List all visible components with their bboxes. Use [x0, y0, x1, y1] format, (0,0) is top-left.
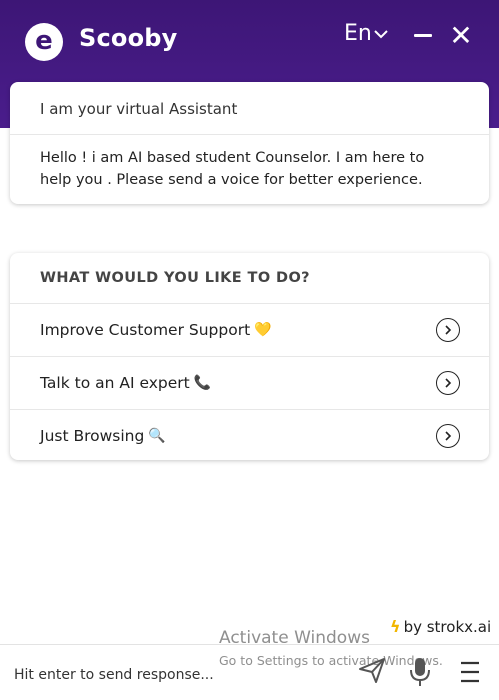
option-label: Talk to an AI expert [40, 374, 190, 392]
option-talk-to-ai-expert[interactable]: Talk to an AI expert 📞 [10, 357, 489, 410]
microphone-icon [410, 658, 430, 686]
microphone-button[interactable] [407, 656, 433, 688]
phone-emoji-icon: 📞 [193, 375, 212, 391]
lightning-icon: ϟ [390, 617, 401, 636]
minimize-button[interactable] [411, 20, 435, 50]
menu-button[interactable] [459, 660, 481, 684]
options-heading: WHAT WOULD YOU LIKE TO DO? [10, 253, 489, 304]
language-label: En [344, 21, 372, 46]
brand-title: Scooby [79, 24, 178, 52]
intro-card: I am your virtual Assistant Hello ! i am… [10, 82, 489, 204]
close-icon: ✕ [449, 19, 473, 52]
option-label: Improve Customer Support [40, 321, 251, 339]
option-just-browsing[interactable]: Just Browsing 🔍 [10, 410, 489, 462]
send-button[interactable] [358, 656, 386, 684]
options-card: WHAT WOULD YOU LIKE TO DO? Improve Custo… [10, 253, 489, 460]
chevron-right-circle-icon[interactable] [436, 318, 460, 342]
chevron-right-circle-icon[interactable] [436, 371, 460, 395]
language-selector[interactable]: En [344, 21, 388, 46]
minimize-icon [414, 33, 432, 37]
menu-icon [461, 661, 479, 683]
option-label: Just Browsing [40, 427, 145, 445]
intro-title: I am your virtual Assistant [10, 82, 489, 135]
logo-icon: e [25, 23, 63, 61]
logo-letter: e [35, 25, 53, 56]
message-input[interactable] [12, 661, 346, 689]
chevron-right-circle-icon[interactable] [436, 424, 460, 448]
heart-emoji-icon: 💛 [254, 322, 272, 338]
close-button[interactable]: ✕ [448, 22, 474, 50]
chevron-down-icon [374, 27, 388, 43]
powered-by-text: by strokx.ai [403, 617, 492, 636]
powered-by-link[interactable]: ϟ by strokx.ai [390, 617, 491, 636]
intro-message: Hello ! i am AI based student Counselor.… [40, 150, 425, 188]
send-icon [359, 658, 385, 683]
magnifier-emoji-icon: 🔍 [148, 428, 166, 444]
option-improve-customer-support[interactable]: Improve Customer Support 💛 [10, 304, 489, 357]
